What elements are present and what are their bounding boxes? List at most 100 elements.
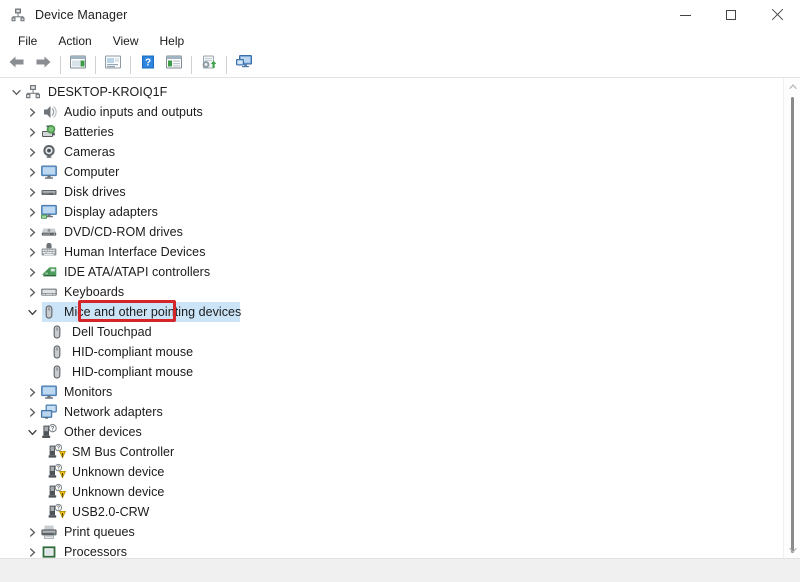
hid-icon	[40, 243, 58, 261]
tree-row-dell-touchpad[interactable]: Dell Touchpad	[0, 322, 783, 342]
scroll-up-arrow-icon[interactable]	[784, 78, 800, 95]
tree-row-sm-bus-controller[interactable]: ? SM Bus Controller	[0, 442, 783, 462]
chevron-right-icon[interactable]	[24, 222, 40, 242]
device-manager-icon	[10, 7, 26, 23]
svg-text:?: ?	[57, 446, 60, 452]
tree-row-cameras[interactable]: Cameras	[0, 142, 783, 162]
tree-row-other-devices[interactable]: ? Other devices	[0, 422, 783, 442]
maximize-button[interactable]	[708, 0, 754, 30]
chevron-down-icon[interactable]	[24, 422, 40, 442]
maximize-icon	[726, 10, 736, 20]
properties-icon	[104, 54, 122, 75]
scrollbar-track[interactable]	[784, 95, 800, 553]
properties-button[interactable]	[100, 53, 126, 77]
tree-row-print-queues[interactable]: Print queues	[0, 522, 783, 542]
tree-row-processors[interactable]: Processors	[0, 542, 783, 558]
tree-row-label: DESKTOP-KROIQ1F	[48, 84, 168, 99]
tree-row-unknown-device[interactable]: ? Unknown device	[0, 462, 783, 482]
tree-row-computer-root[interactable]: DESKTOP-KROIQ1F	[0, 82, 783, 102]
forward-button[interactable]	[30, 53, 56, 77]
monitor-icon	[40, 163, 58, 181]
tree-row-disk-drives[interactable]: Disk drives	[0, 182, 783, 202]
tree-row-label: Processors	[64, 544, 128, 559]
chevron-right-icon[interactable]	[24, 262, 40, 282]
vertical-scrollbar[interactable]	[783, 78, 800, 558]
menu-bar: File Action View Help	[0, 30, 800, 52]
tree-row-mice-and-other-pointing-devices[interactable]: Mice and other pointing devices	[0, 302, 783, 322]
tree-row-unknown-device[interactable]: ? Unknown device	[0, 482, 783, 502]
tree-row-hid-compliant-mouse[interactable]: HID-compliant mouse	[0, 342, 783, 362]
tree-row-display-adapters[interactable]: Display adapters	[0, 202, 783, 222]
chevron-right-icon[interactable]	[24, 542, 40, 558]
minimize-button[interactable]	[662, 0, 708, 30]
chevron-right-icon[interactable]	[24, 182, 40, 202]
menu-help[interactable]: Help	[150, 32, 195, 51]
question-mark-icon: ?	[139, 54, 157, 75]
tree-row-label: Computer	[64, 164, 120, 179]
scroll-down-arrow-icon[interactable]	[784, 541, 800, 558]
tree-row-label: Cameras	[64, 144, 116, 159]
tree-row-label: Human Interface Devices	[64, 244, 206, 259]
mouse-icon	[48, 323, 66, 341]
device-manager-window: Device Manager File Action View Help ? D…	[0, 0, 800, 582]
chevron-right-icon[interactable]	[24, 522, 40, 542]
tree-row-computer[interactable]: Computer	[0, 162, 783, 182]
title-bar: Device Manager	[0, 0, 800, 30]
chevron-right-icon[interactable]	[24, 282, 40, 302]
scan-monitor-icon	[235, 54, 253, 75]
update-driver-button[interactable]	[196, 53, 222, 77]
chevron-right-icon[interactable]	[24, 202, 40, 222]
tree-row-network-adapters[interactable]: Network adapters	[0, 402, 783, 422]
tree-row-human-interface-devices[interactable]: Human Interface Devices	[0, 242, 783, 262]
monitor-icon	[40, 383, 58, 401]
chevron-right-icon[interactable]	[24, 102, 40, 122]
close-button[interactable]	[754, 0, 800, 30]
right-arrow-icon	[34, 54, 52, 75]
action-menu-button[interactable]	[161, 53, 187, 77]
tree-row-usb20-crw[interactable]: ? USB2.0-CRW	[0, 502, 783, 522]
tree-row-monitors[interactable]: Monitors	[0, 382, 783, 402]
chevron-right-icon[interactable]	[24, 142, 40, 162]
disk-drive-icon	[40, 183, 58, 201]
chevron-right-icon[interactable]	[24, 242, 40, 262]
help-button[interactable]: ?	[135, 53, 161, 77]
unknown-device-warning-icon: ?	[48, 443, 66, 461]
tree-row-audio-inputs-and-outputs[interactable]: Audio inputs and outputs	[0, 102, 783, 122]
tree-row-dvd-cd-rom-drives[interactable]: DVD/CD-ROM drives	[0, 222, 783, 242]
chevron-down-icon[interactable]	[24, 302, 40, 322]
chevron-right-icon[interactable]	[24, 382, 40, 402]
chevron-right-icon[interactable]	[24, 122, 40, 142]
tree-row-label: Audio inputs and outputs	[64, 104, 203, 119]
device-tree[interactable]: DESKTOP-KROIQ1F Audio inputs and outputs…	[0, 78, 783, 558]
tree-row-label: Unknown device	[72, 484, 165, 499]
menu-action[interactable]: Action	[48, 32, 101, 51]
menu-file[interactable]: File	[8, 32, 47, 51]
chevron-right-icon[interactable]	[24, 402, 40, 422]
mouse-icon	[48, 363, 66, 381]
speaker-icon	[40, 103, 58, 121]
status-bar	[0, 558, 800, 582]
tree-row-label: USB2.0-CRW	[72, 504, 150, 519]
back-button[interactable]	[4, 53, 30, 77]
optical-drive-icon	[40, 223, 58, 241]
computer-node-icon	[24, 83, 42, 101]
toolbar-separator	[60, 55, 61, 74]
svg-text:?: ?	[145, 58, 151, 69]
tree-row-label: Network adapters	[64, 404, 163, 419]
tree-row-ide-ata-atapi-controllers[interactable]: IDE ATA/ATAPI controllers	[0, 262, 783, 282]
tree-row-keyboards[interactable]: Keyboards	[0, 282, 783, 302]
unknown-device-warning-icon: ?	[48, 483, 66, 501]
scan-hardware-changes-button[interactable]	[231, 53, 257, 77]
tree-row-batteries[interactable]: Batteries	[0, 122, 783, 142]
chevron-right-icon[interactable]	[24, 162, 40, 182]
menu-view[interactable]: View	[103, 32, 149, 51]
tree-row-hid-compliant-mouse[interactable]: HID-compliant mouse	[0, 362, 783, 382]
show-hide-console-tree-button[interactable]	[65, 53, 91, 77]
chevron-down-icon[interactable]	[8, 82, 24, 102]
unknown-device-icon: ?	[40, 423, 58, 441]
tree-row-label: SM Bus Controller	[72, 444, 175, 459]
svg-text:?: ?	[57, 466, 60, 472]
scrollbar-thumb[interactable]	[791, 97, 794, 553]
battery-icon	[40, 123, 58, 141]
tree-row-label: Disk drives	[64, 184, 126, 199]
